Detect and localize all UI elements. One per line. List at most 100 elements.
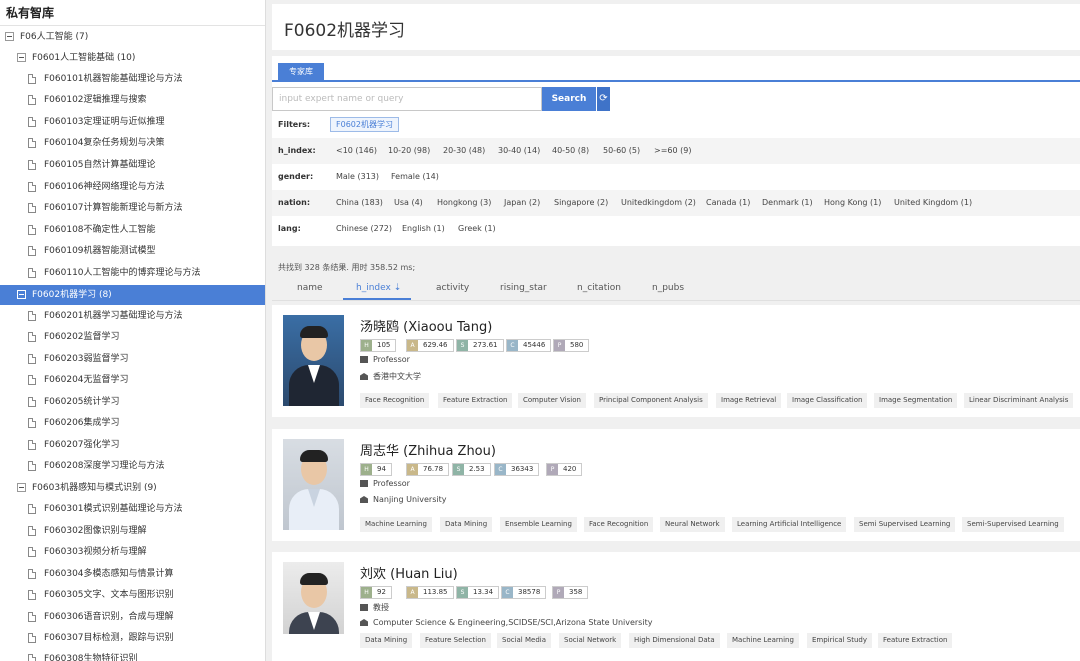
filter-option[interactable]: China (183): [336, 190, 383, 216]
tree-item-f060107[interactable]: F060107计算智能新理论与新方法: [0, 198, 265, 218]
tree-item-f060201[interactable]: F060201机器学习基础理论与方法: [0, 306, 265, 326]
filter-option[interactable]: Usa (4): [394, 190, 423, 216]
filter-option[interactable]: Canada (1): [706, 190, 750, 216]
tree-item-f060204[interactable]: F060204无监督学习: [0, 370, 265, 390]
tree-item-f060307[interactable]: F060307目标检测，跟踪与识别: [0, 628, 265, 648]
filter-option[interactable]: Unitedkingdom (2): [621, 190, 696, 216]
tree-item-f060105[interactable]: F060105自然计算基础理论: [0, 155, 265, 175]
tree-item-f060308[interactable]: F060308生物特征识别: [0, 649, 265, 661]
tree-item-f060303[interactable]: F060303视频分析与理解: [0, 542, 265, 562]
filter-option[interactable]: Japan (2): [504, 190, 540, 216]
tree-item-f060305[interactable]: F060305文字、文本与图形识别: [0, 585, 265, 605]
filter-option[interactable]: 20-30 (48): [443, 138, 485, 164]
tab-expert-library[interactable]: 专家库: [278, 63, 324, 80]
filter-option[interactable]: Hongkong (3): [437, 190, 491, 216]
expert-photo[interactable]: [283, 439, 344, 530]
expert-card[interactable]: 刘欢 (Huan Liu) H 92 A 113.85 S 13.34 C 38578 …: [272, 552, 1080, 661]
filter-option[interactable]: Female (14): [391, 164, 439, 190]
interest-tag[interactable]: Face Recognition: [360, 393, 430, 408]
interest-tag[interactable]: Face Recognition: [584, 517, 654, 532]
tree-item-f060207[interactable]: F060207强化学习: [0, 435, 265, 455]
tree-item-f060108[interactable]: F060108不确定性人工智能: [0, 220, 265, 240]
filter-option[interactable]: 50-60 (5): [603, 138, 640, 164]
interest-tag[interactable]: Semi-Supervised Learning: [962, 517, 1064, 532]
tree-item-f060205[interactable]: F060205统计学习: [0, 392, 265, 412]
filter-option[interactable]: United Kingdom (1): [894, 190, 972, 216]
sort-tab-n-pubs[interactable]: n_pubs: [652, 283, 684, 293]
tree-item-f060304[interactable]: F060304多模态感知与情景计算: [0, 564, 265, 584]
interest-tag[interactable]: Feature Extraction: [438, 393, 513, 408]
filter-option[interactable]: 10-20 (98): [388, 138, 430, 164]
interest-tag[interactable]: Image Retrieval: [716, 393, 782, 408]
interest-tag[interactable]: Learning Artificial Intelligence: [732, 517, 847, 532]
filter-option[interactable]: Male (313): [336, 164, 379, 190]
tree-item-f060208[interactable]: F060208深度学习理论与方法: [0, 456, 265, 476]
interest-tag[interactable]: Ensemble Learning: [500, 517, 577, 532]
tree-item-f0603[interactable]: F0603机器感知与模式识别 (9): [0, 478, 265, 498]
interest-tag[interactable]: Feature Extraction: [878, 633, 953, 648]
active-filter-chip[interactable]: F0602机器学习: [330, 117, 399, 132]
sort-tab-n-citation[interactable]: n_citation: [577, 283, 621, 293]
interest-tag[interactable]: High Dimensional Data: [629, 633, 720, 648]
filter-option[interactable]: English (1): [402, 216, 445, 242]
interest-tag[interactable]: Machine Learning: [727, 633, 799, 648]
tree-item-f0601[interactable]: F0601人工智能基础 (10): [0, 48, 265, 68]
tree-item-f060110[interactable]: F060110人工智能中的博弈理论与方法: [0, 263, 265, 283]
sort-tab-activity[interactable]: activity: [436, 283, 469, 293]
expert-name[interactable]: 刘欢 (Huan Liu): [360, 563, 458, 582]
expert-card[interactable]: 周志华 (Zhihua Zhou) H 94 A 76.78 S 2.53 C 3634…: [272, 429, 1080, 541]
tree-item-f060102[interactable]: F060102逻辑推理与搜索: [0, 90, 265, 110]
sort-tab-rising-star[interactable]: rising_star: [500, 283, 547, 293]
interest-tag[interactable]: Empirical Study: [807, 633, 872, 648]
expert-name[interactable]: 汤晓鸥 (Xiaoou Tang): [360, 316, 492, 335]
expert-name[interactable]: 周志华 (Zhihua Zhou): [360, 440, 496, 459]
tree-item-f060302[interactable]: F060302图像识别与理解: [0, 521, 265, 541]
tree-item-f060106[interactable]: F060106神经网络理论与方法: [0, 177, 265, 197]
expert-photo[interactable]: [283, 315, 344, 406]
filter-option[interactable]: 40-50 (8): [552, 138, 589, 164]
tree-item-f0602[interactable]: F0602机器学习 (8): [0, 285, 265, 305]
tree-item-f060109[interactable]: F060109机器智能测试模型: [0, 241, 265, 261]
interest-tag[interactable]: Social Media: [497, 633, 552, 648]
filter-option[interactable]: 30-40 (14): [498, 138, 540, 164]
tree-item-f060306[interactable]: F060306语音识别，合成与理解: [0, 607, 265, 627]
sort-tab-h-index[interactable]: h_index ⇣: [356, 283, 401, 293]
filter-option[interactable]: Denmark (1): [762, 190, 813, 216]
tree-item-f06[interactable]: F06人工智能 (7): [0, 27, 265, 47]
tree-item-f060301[interactable]: F060301模式识别基础理论与方法: [0, 499, 265, 519]
filter-option[interactable]: Greek (1): [458, 216, 496, 242]
filter-option[interactable]: >=60 (9): [654, 138, 691, 164]
interest-tag[interactable]: Data Mining: [440, 517, 493, 532]
filter-option[interactable]: Chinese (272): [336, 216, 392, 242]
expert-card[interactable]: 汤晓鸥 (Xiaoou Tang) H 105 A 629.46 S 273.61 C…: [272, 305, 1080, 417]
filter-option[interactable]: Singapore (2): [554, 190, 608, 216]
tree-item-f060101[interactable]: F060101机器智能基础理论与方法: [0, 69, 265, 89]
tree-item-f060103[interactable]: F060103定理证明与近似推理: [0, 112, 265, 132]
interest-tag[interactable]: Image Classification: [787, 393, 868, 408]
interest-tag[interactable]: Image Segmentation: [874, 393, 958, 408]
expert-photo[interactable]: [283, 562, 344, 634]
search-input[interactable]: [272, 87, 542, 111]
interest-tag[interactable]: Social Network: [559, 633, 622, 648]
tree-item-f060203[interactable]: F060203弱监督学习: [0, 349, 265, 369]
refresh-button[interactable]: ⟳: [596, 87, 610, 111]
interest-tag[interactable]: Semi Supervised Learning: [854, 517, 956, 532]
collapse-toggle-icon[interactable]: [17, 53, 26, 62]
tree-item-f060104[interactable]: F060104复杂任务规划与决策: [0, 133, 265, 153]
search-button[interactable]: Search: [542, 87, 596, 111]
sort-tab-name[interactable]: name: [297, 283, 323, 293]
collapse-toggle-icon[interactable]: [17, 483, 26, 492]
tree-item-f060206[interactable]: F060206集成学习: [0, 413, 265, 433]
interest-tag[interactable]: Feature Selection: [420, 633, 491, 648]
filter-option[interactable]: <10 (146): [336, 138, 377, 164]
interest-tag[interactable]: Computer Vision: [518, 393, 586, 408]
interest-tag[interactable]: Principal Component Analysis: [594, 393, 708, 408]
interest-tag[interactable]: Data Mining: [360, 633, 413, 648]
collapse-toggle-icon[interactable]: [17, 290, 26, 299]
collapse-toggle-icon[interactable]: [5, 32, 14, 41]
filter-option[interactable]: Hong Kong (1): [824, 190, 881, 216]
interest-tag[interactable]: Neural Network: [660, 517, 725, 532]
interest-tag[interactable]: Linear Discriminant Analysis: [964, 393, 1074, 408]
tree-item-f060202[interactable]: F060202监督学习: [0, 327, 265, 347]
interest-tag[interactable]: Machine Learning: [360, 517, 432, 532]
